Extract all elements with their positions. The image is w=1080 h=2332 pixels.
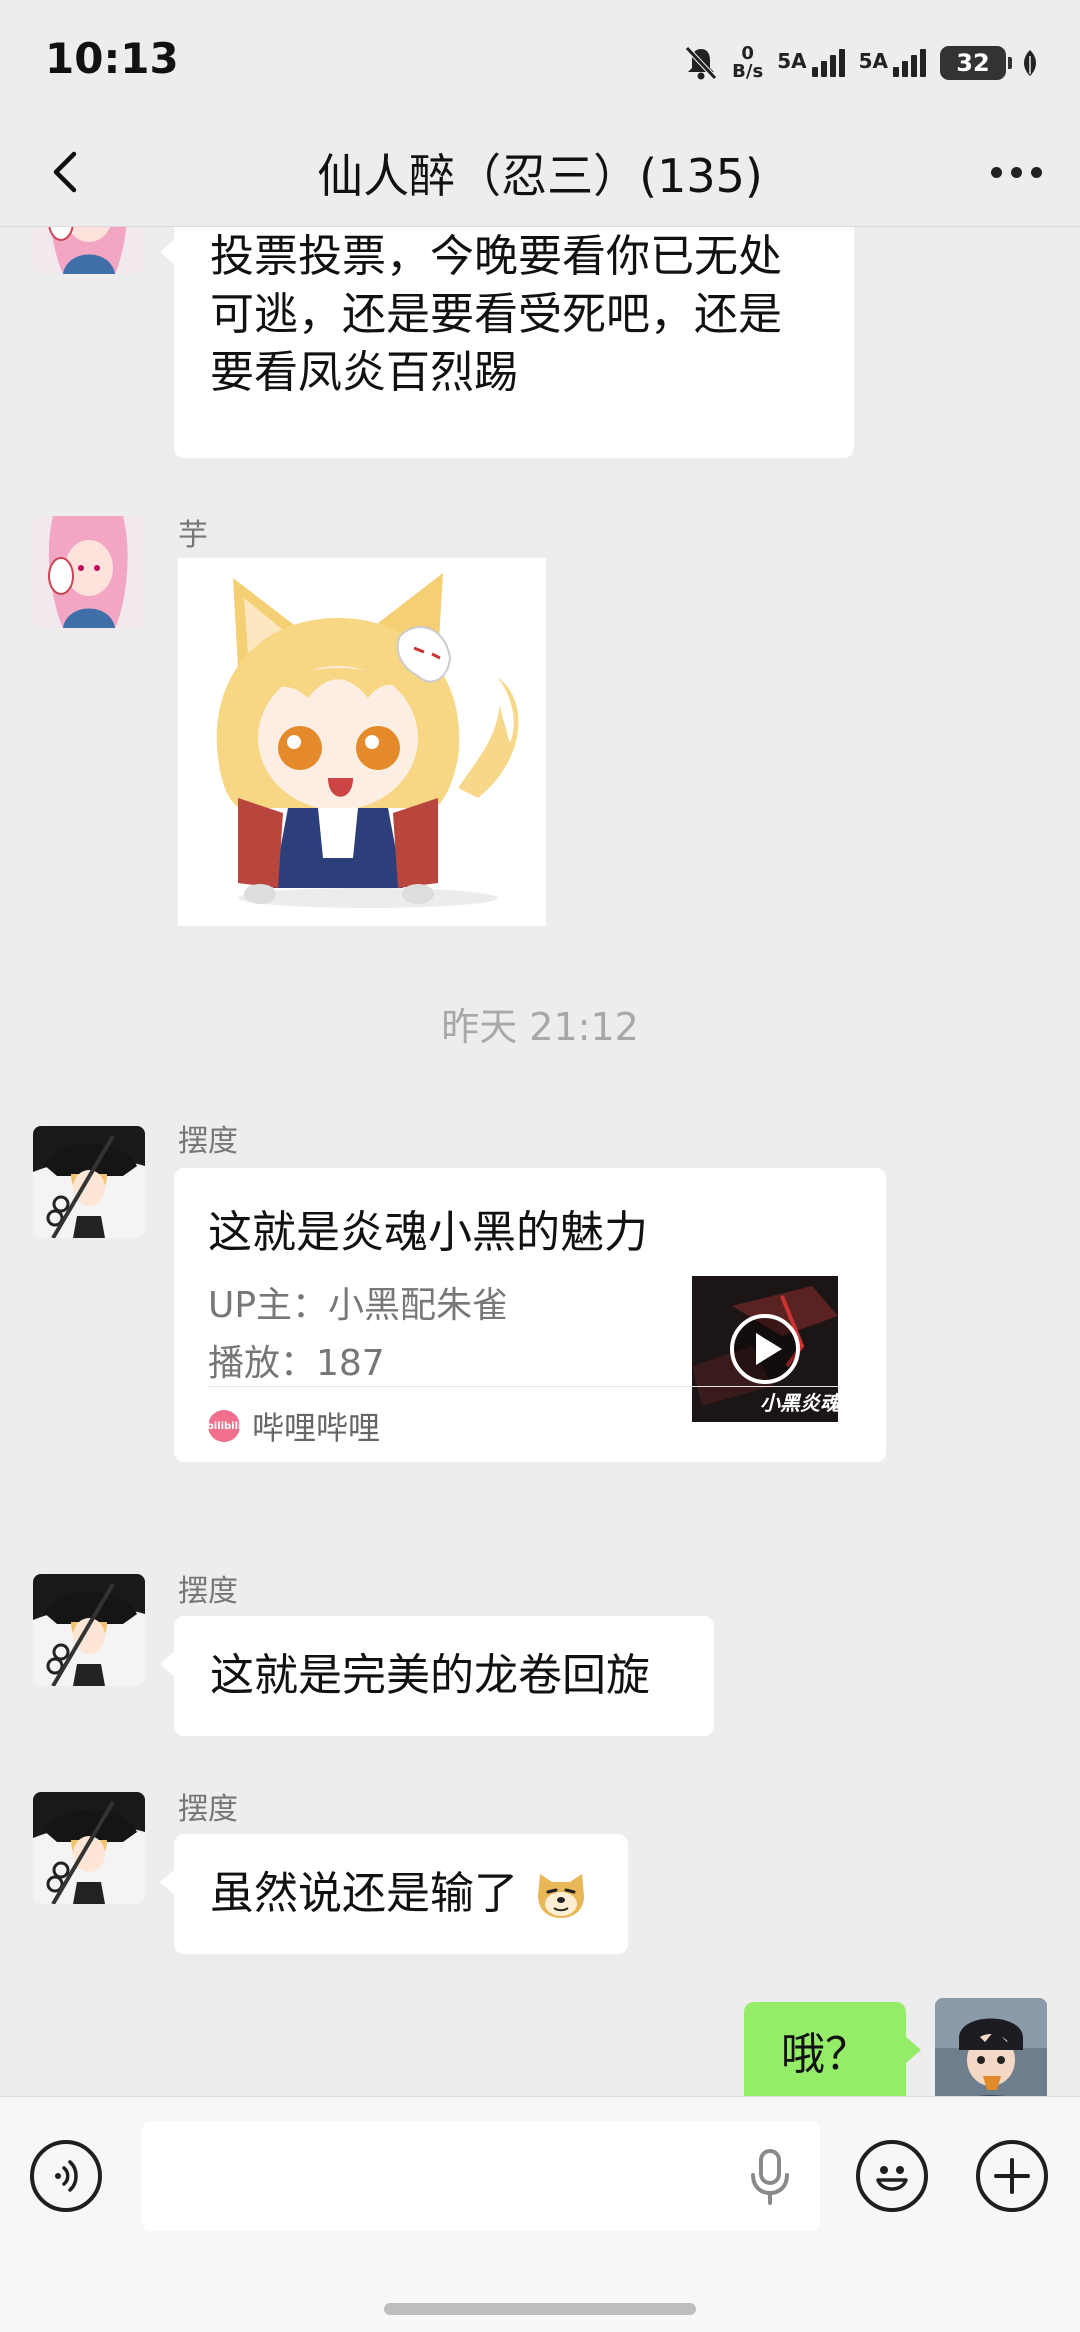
thumb-caption: 小黑炎魂 [760, 1391, 838, 1415]
card-uploader: UP主：小黑配朱雀 [208, 1285, 509, 1326]
divider [208, 1386, 840, 1387]
card-plays: 播放：187 [208, 1343, 385, 1384]
avatar[interactable] [33, 226, 145, 274]
sender-name: 摆度 [178, 1792, 238, 1827]
sender-name: 摆度 [178, 1124, 238, 1159]
card-source-label: 哔哩哔哩 [252, 1409, 381, 1447]
bilibili-icon: bilibili [207, 1410, 241, 1442]
message-text: 虽然说还是输了 [210, 1868, 518, 1919]
input-bar [0, 2096, 1080, 2332]
my-avatar[interactable] [935, 1998, 1047, 2096]
page-title: 仙人醉（忍三）(135) [317, 149, 763, 203]
mute-bell-icon [685, 46, 717, 80]
message-text: 可逃，还是要看受死吧，还是 [210, 289, 782, 340]
message-text: 要看凤炎百烈踢 [210, 347, 518, 398]
battery-icon: 32 [940, 46, 1012, 80]
status-icons: 0 B/s 5A 5A 32 [684, 38, 1040, 88]
signal-icon: 5A [777, 49, 845, 77]
plus-icon[interactable] [976, 2140, 1048, 2212]
status-bar: 10:13 0 B/s 5A 5A 32 [0, 0, 1080, 120]
card-title: 这就是炎魂小黑的魅力 [208, 1207, 648, 1258]
video-thumbnail[interactable]: 小黑炎魂 [692, 1276, 838, 1422]
fox-girl-sticker[interactable] [178, 558, 546, 926]
home-indicator[interactable] [384, 2303, 696, 2315]
emoji-icon[interactable] [856, 2140, 928, 2212]
message-text: 投票投票，今晚要看你已无处 [210, 231, 782, 282]
more-options-icon[interactable] [984, 142, 1048, 202]
doge-emoji [538, 1874, 584, 1918]
message-input[interactable] [142, 2121, 820, 2231]
my-message-bubble[interactable]: 哦？ [744, 2002, 921, 2096]
avatar[interactable] [33, 1792, 145, 1904]
leaf-icon [1024, 50, 1036, 76]
sender-name: 芋 [178, 518, 208, 553]
card-source: bilibili 哔哩哔哩 [207, 1406, 381, 1447]
microphone-icon[interactable] [744, 2147, 796, 2207]
avatar[interactable] [33, 516, 145, 628]
net-speed: 0 B/s [732, 43, 764, 82]
message-bubble[interactable]: 虽然说还是输了 [160, 1834, 628, 1954]
sender-name: 摆度 [178, 1574, 238, 1609]
message-text: 这就是完美的龙卷回旋 [210, 1650, 650, 1701]
chat-header: 仙人醉（忍三）(135) [0, 120, 1080, 227]
avatar[interactable] [33, 1574, 145, 1686]
message-bubble[interactable]: 这就是完美的龙卷回旋 [160, 1616, 714, 1736]
message-bubble[interactable]: 投票投票，今晚要看你已无处 可逃，还是要看受死吧，还是 要看凤炎百烈踢 [160, 226, 854, 458]
signal-icon-2: 5A [859, 49, 926, 77]
message-list[interactable]: 投票投票，今晚要看你已无处 可逃，还是要看受死吧，还是 要看凤炎百烈踢 芋 昨天… [0, 226, 1080, 2096]
bilibili-link-card[interactable]: 这就是炎魂小黑的魅力 UP主：小黑配朱雀 播放：187 小黑炎魂 bilibil… [174, 1168, 886, 1462]
status-time: 10:13 [45, 34, 179, 83]
voice-toggle-icon[interactable] [30, 2140, 102, 2212]
timestamp: 昨天 21:12 [441, 1005, 639, 1049]
avatar[interactable] [33, 1126, 145, 1238]
message-text: 哦？ [781, 2029, 869, 2080]
